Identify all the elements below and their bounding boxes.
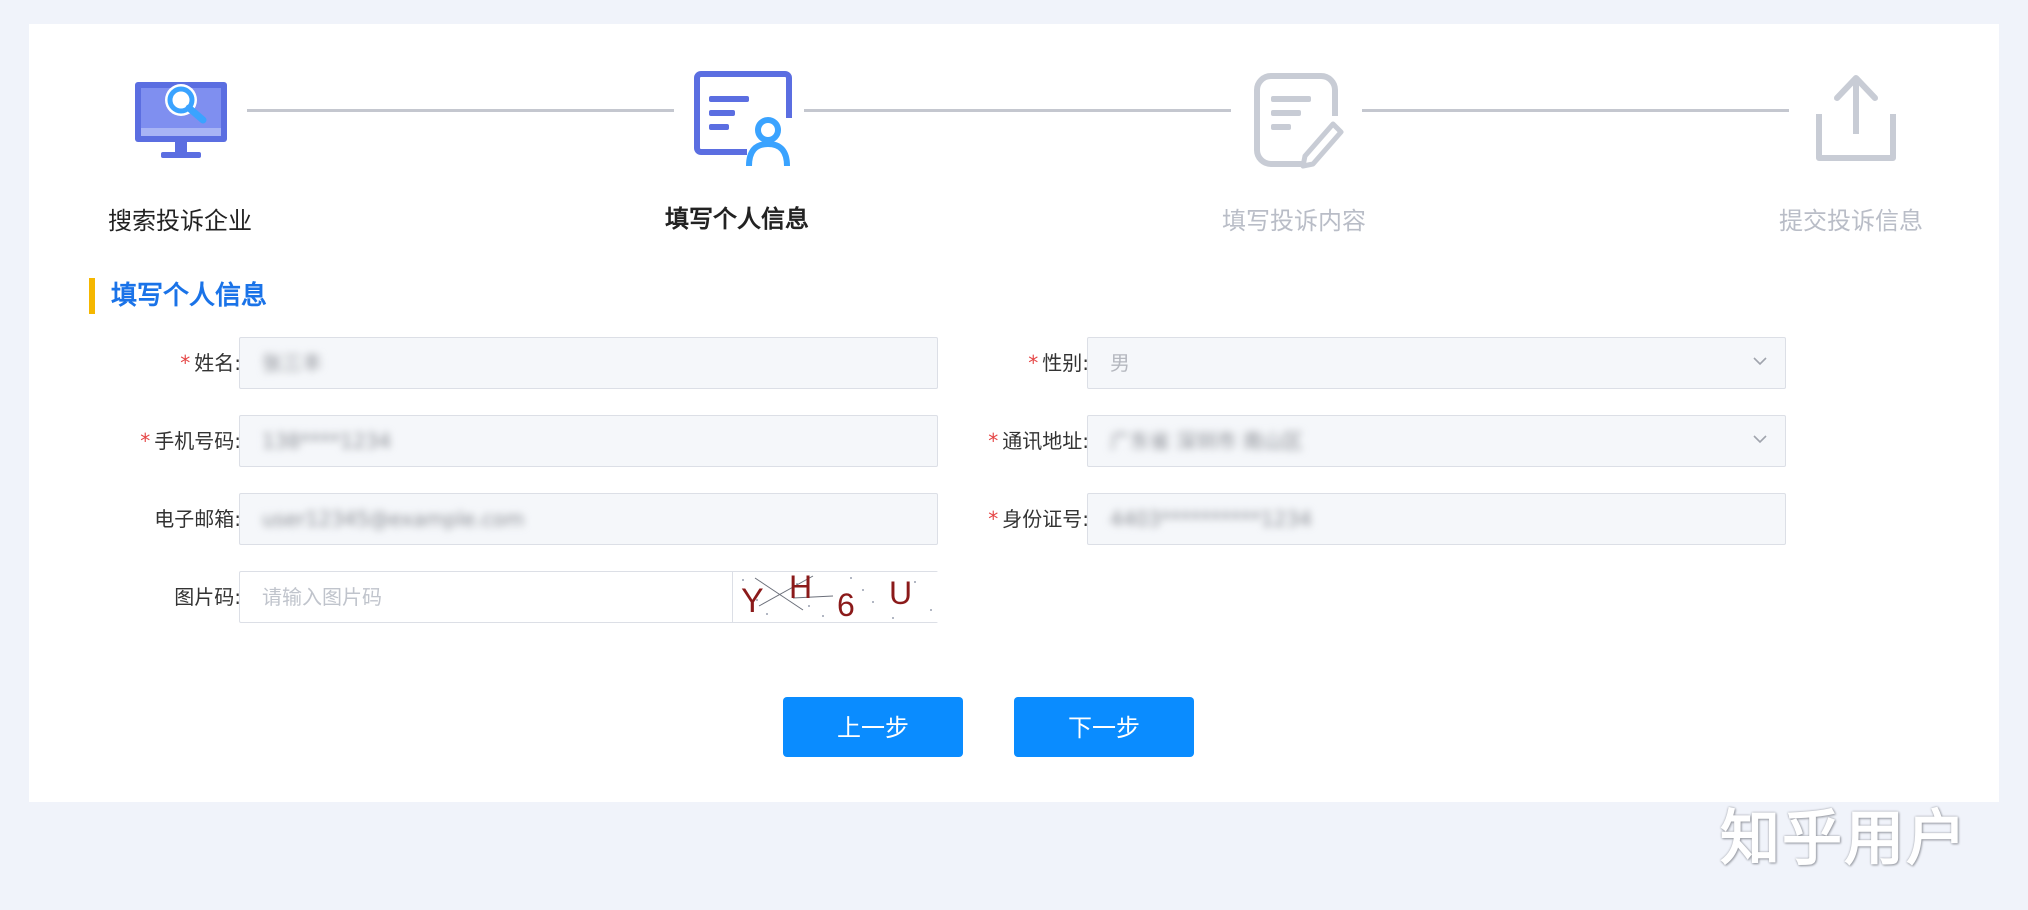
- required-star: *: [1028, 351, 1039, 375]
- captcha-char-2: H: [789, 572, 812, 605]
- captcha-char-4: U: [889, 575, 912, 611]
- document-edit-icon: [1254, 73, 1345, 169]
- email-field[interactable]: user12345@example.com: [239, 493, 938, 545]
- next-step-button[interactable]: 下一步: [1014, 697, 1194, 757]
- gender-label: * 性别:: [1028, 351, 1089, 375]
- watermark: 知乎用户: [1720, 804, 1968, 874]
- upload-icon: [1816, 75, 1896, 161]
- phone-field[interactable]: 138****1234: [239, 415, 938, 467]
- required-star: *: [180, 351, 191, 375]
- captcha-label: 图片码:: [174, 585, 241, 609]
- step-connector-1: [247, 109, 674, 112]
- step-progress: 搜索投诉企业 填写个人信息 填写投诉内容 提交投诉信息: [29, 24, 1999, 254]
- address-select[interactable]: 广东省 深圳市 南山区: [1087, 415, 1786, 467]
- captcha-image[interactable]: Y H 6 U: [732, 572, 938, 622]
- address-value: 广东省 深圳市 南山区: [1110, 429, 1303, 453]
- email-label: 电子邮箱:: [154, 507, 241, 531]
- section-title-accent: [89, 278, 95, 314]
- prev-step-button[interactable]: 上一步: [783, 697, 963, 757]
- required-star: *: [140, 429, 151, 453]
- step-2-label: 填写个人信息: [665, 205, 809, 233]
- user-profile-card-icon: [694, 71, 795, 168]
- step-1-label: 搜索投诉企业: [108, 207, 252, 235]
- address-label: * 通讯地址:: [988, 429, 1089, 453]
- chevron-down-icon: [1753, 357, 1767, 366]
- step-connector-2: [804, 109, 1231, 112]
- id-number-field[interactable]: 4403**********1234: [1087, 493, 1786, 545]
- step-connector-3: [1362, 109, 1789, 112]
- captcha-field: Y H 6 U: [239, 571, 938, 623]
- gender-value: 男: [1110, 351, 1130, 375]
- main-card: 搜索投诉企业 填写个人信息 填写投诉内容 提交投诉信息 填写个人信息 * 姓名:…: [29, 24, 1999, 802]
- name-value: 张三丰: [262, 351, 322, 375]
- email-value: user12345@example.com: [262, 507, 525, 531]
- phone-label: * 手机号码:: [140, 429, 241, 453]
- id-number-value: 4403**********1234: [1110, 507, 1312, 531]
- name-label: * 姓名:: [180, 351, 241, 375]
- required-star: *: [988, 429, 999, 453]
- captcha-input[interactable]: [240, 572, 730, 622]
- captcha-char-3: 6: [837, 587, 855, 622]
- phone-value: 138****1234: [262, 429, 392, 453]
- step-3-label: 填写投诉内容: [1222, 207, 1366, 235]
- chevron-down-icon: [1753, 435, 1767, 444]
- captcha-char-1: Y: [741, 582, 764, 620]
- name-field[interactable]: 张三丰: [239, 337, 938, 389]
- id-number-label: * 身份证号:: [988, 507, 1089, 531]
- required-star: *: [988, 507, 999, 531]
- section-title: 填写个人信息: [111, 281, 268, 311]
- gender-select[interactable]: 男: [1087, 337, 1786, 389]
- monitor-search-icon: [135, 82, 227, 158]
- step-4-label: 提交投诉信息: [1779, 207, 1923, 235]
